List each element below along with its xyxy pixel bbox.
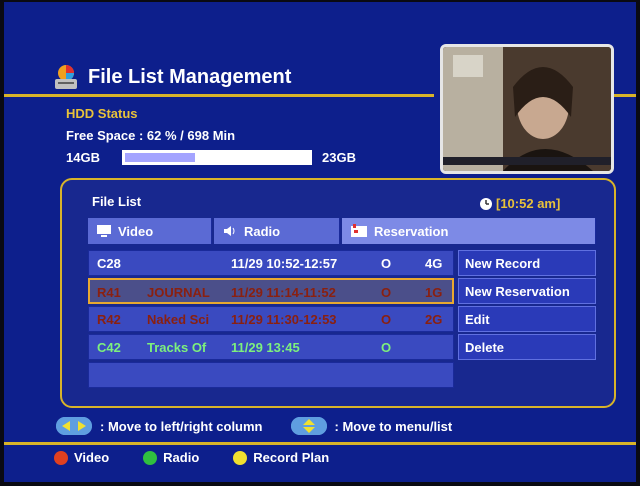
row-name: JOURNAL (147, 285, 210, 300)
tab-video-label: Video (118, 223, 154, 239)
row-name: Naked Sci (147, 312, 210, 327)
color-key-legend: Video Radio Record Plan (54, 450, 329, 465)
new-record-button[interactable]: New Record (458, 250, 596, 276)
hint-move-column: : Move to left/right column (100, 418, 263, 434)
red-button-icon (54, 450, 68, 465)
header: File List Management (52, 64, 291, 90)
delete-button[interactable]: Delete (458, 334, 596, 360)
tab-reservation-label: Reservation (374, 223, 449, 239)
legend-record-plan: Record Plan (253, 450, 330, 465)
legend-radio: Radio (163, 450, 200, 465)
page-title: File List Management (88, 65, 292, 88)
speaker-icon (224, 226, 235, 236)
edit-button[interactable]: Edit (458, 306, 596, 332)
tab-radio-label: Radio (244, 223, 281, 239)
footer-divider (4, 442, 636, 445)
table-row[interactable]: C28 11/29 10:52-12:57 O 4G (88, 250, 454, 276)
capacity-bar-fill (125, 153, 195, 162)
row-size: 1G (425, 285, 443, 300)
table-row-empty (88, 362, 454, 388)
row-time: 11/29 10:52-12:57 (231, 256, 338, 271)
tab-reservation[interactable]: Reservation (342, 218, 596, 244)
clock-time: [10:52 am] (496, 196, 561, 211)
legend-video: Video (74, 450, 110, 465)
row-flag: O (381, 285, 392, 300)
header-divider (4, 94, 434, 97)
reservation-icon (351, 224, 367, 237)
row-flag: O (381, 256, 392, 271)
table-row[interactable]: C42 Tracks Of 11/29 13:45 O (88, 334, 454, 360)
row-channel: C28 (97, 256, 121, 271)
yellow-button-icon (233, 450, 248, 465)
clock: [10:52 am] (480, 196, 560, 211)
table-row-selected[interactable]: R41 JOURNAL 11/29 11:14-11:52 O 1G (88, 278, 454, 304)
file-list-label: File List (92, 194, 142, 209)
row-time: 11/29 11:14-11:52 (231, 285, 336, 300)
table-row[interactable]: R42 Naked Sci 11/29 11:30-12:53 O 2G (88, 306, 454, 332)
hint-move-menu: : Move to menu/list (334, 418, 453, 434)
capacity-max: 23GB (322, 150, 356, 165)
tab-video[interactable]: Video (88, 218, 212, 244)
row-channel: R41 (97, 285, 121, 300)
hdd-status-label: HDD Status (66, 106, 138, 121)
row-size: 2G (425, 312, 443, 327)
tv-icon (97, 225, 111, 237)
row-time: 11/29 13:45 (231, 340, 300, 355)
category-tabs: Video Radio Reservation (88, 218, 596, 244)
left-right-arrows-icon (56, 417, 92, 435)
capacity-bar (122, 150, 312, 165)
row-channel: R42 (97, 312, 121, 327)
row-flag: O (381, 312, 392, 327)
row-channel: C42 (97, 340, 121, 355)
up-down-arrows-icon (290, 417, 327, 435)
tab-radio[interactable]: Radio (214, 218, 340, 244)
navigation-hints: : Move to left/right column : Move to me… (56, 414, 452, 438)
capacity-min: 14GB (66, 150, 100, 165)
row-name: Tracks Of (147, 340, 207, 355)
free-space-text: Free Space : 62 % / 698 Min (66, 128, 236, 143)
row-flag: O (381, 340, 392, 355)
clock-icon (480, 197, 492, 210)
file-management-icon (52, 64, 80, 90)
row-time: 11/29 11:30-12:53 (231, 312, 337, 327)
osd-screen: File List Management HDD Status Free Spa… (4, 2, 636, 482)
new-reservation-button[interactable]: New Reservation (458, 278, 596, 304)
video-preview (440, 44, 614, 174)
row-size: 4G (425, 256, 443, 271)
green-button-icon (143, 450, 158, 465)
